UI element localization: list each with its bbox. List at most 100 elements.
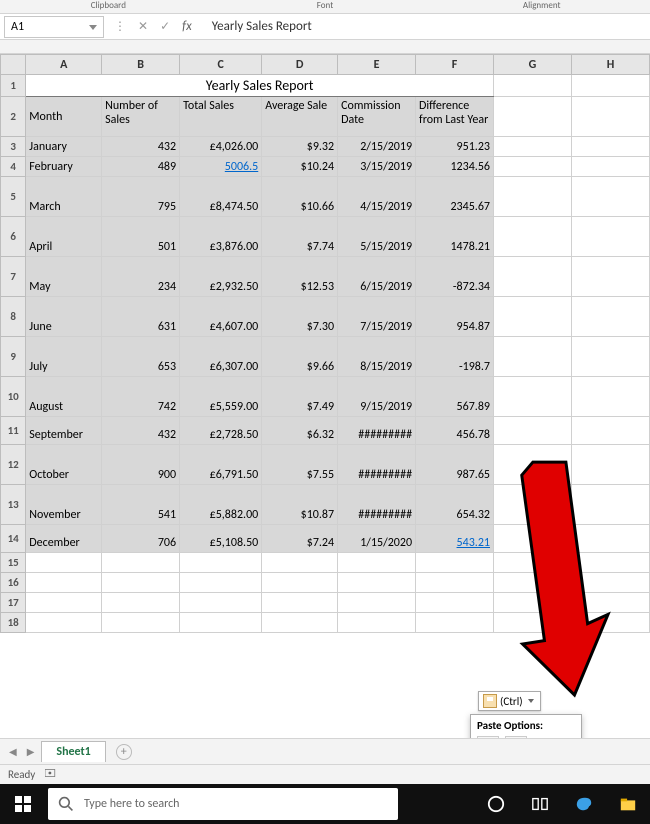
data-cell[interactable]: £6,791.50: [180, 445, 262, 485]
empty-cell[interactable]: [494, 525, 572, 553]
data-cell[interactable]: 6/15/2019: [338, 257, 416, 297]
data-cell[interactable]: September: [26, 417, 102, 445]
empty-cell[interactable]: [338, 593, 416, 613]
cancel-icon[interactable]: ✕: [138, 19, 148, 34]
empty-cell[interactable]: [26, 573, 102, 593]
empty-cell[interactable]: [571, 137, 649, 157]
options-icon[interactable]: ⋮: [114, 19, 126, 34]
empty-cell[interactable]: [571, 257, 649, 297]
col-header[interactable]: H: [571, 55, 649, 75]
data-cell[interactable]: 9/15/2019: [338, 377, 416, 417]
empty-cell[interactable]: [416, 613, 494, 633]
data-cell[interactable]: $10.66: [262, 177, 338, 217]
row-header[interactable]: 10: [1, 377, 26, 417]
data-cell[interactable]: $10.24: [262, 157, 338, 177]
empty-cell[interactable]: [494, 593, 572, 613]
empty-cell[interactable]: [571, 177, 649, 217]
empty-cell[interactable]: [494, 485, 572, 525]
empty-cell[interactable]: [180, 553, 262, 573]
cortana-icon[interactable]: [474, 784, 518, 824]
empty-cell[interactable]: [494, 553, 572, 573]
data-cell[interactable]: £4,026.00: [180, 137, 262, 157]
title-cell[interactable]: Yearly Sales Report: [26, 75, 494, 97]
formula-input[interactable]: Yearly Sales Report: [202, 19, 650, 34]
data-cell[interactable]: £6,307.00: [180, 337, 262, 377]
data-cell[interactable]: 706: [102, 525, 180, 553]
row-header[interactable]: 6: [1, 217, 26, 257]
empty-cell[interactable]: [494, 177, 572, 217]
empty-cell[interactable]: [26, 553, 102, 573]
data-cell[interactable]: $9.66: [262, 337, 338, 377]
header-cell[interactable]: Number of Sales: [102, 97, 180, 137]
header-cell[interactable]: Total Sales: [180, 97, 262, 137]
empty-cell[interactable]: [494, 573, 572, 593]
data-cell[interactable]: #########: [338, 417, 416, 445]
file-explorer-icon[interactable]: [606, 784, 650, 824]
data-cell[interactable]: July: [26, 337, 102, 377]
header-cell[interactable]: Average Sale: [262, 97, 338, 137]
data-cell[interactable]: 742: [102, 377, 180, 417]
data-cell[interactable]: £5,108.50: [180, 525, 262, 553]
empty-cell[interactable]: [571, 525, 649, 553]
data-cell[interactable]: 954.87: [416, 297, 494, 337]
data-cell[interactable]: 4/15/2019: [338, 177, 416, 217]
data-cell[interactable]: June: [26, 297, 102, 337]
empty-cell[interactable]: [494, 377, 572, 417]
empty-cell[interactable]: [571, 217, 649, 257]
empty-cell[interactable]: [494, 257, 572, 297]
data-cell[interactable]: 432: [102, 417, 180, 445]
empty-cell[interactable]: [571, 613, 649, 633]
row-header[interactable]: 15: [1, 553, 26, 573]
row-header[interactable]: 8: [1, 297, 26, 337]
row-header[interactable]: 2: [1, 97, 26, 137]
empty-cell[interactable]: [102, 613, 180, 633]
empty-cell[interactable]: [180, 573, 262, 593]
data-cell[interactable]: £2,728.50: [180, 417, 262, 445]
paste-option-keep-source[interactable]: [477, 736, 499, 738]
data-cell[interactable]: $9.32: [262, 137, 338, 157]
data-cell[interactable]: October: [26, 445, 102, 485]
data-cell[interactable]: £2,932.50: [180, 257, 262, 297]
empty-cell[interactable]: [494, 157, 572, 177]
worksheet-grid[interactable]: A B C D E F G H 1 Yearly Sales Report 2 …: [0, 54, 650, 738]
empty-cell[interactable]: [102, 553, 180, 573]
data-cell[interactable]: $6.32: [262, 417, 338, 445]
tab-nav-next[interactable]: ▶: [24, 745, 38, 758]
empty-cell[interactable]: [571, 417, 649, 445]
data-cell[interactable]: $12.53: [262, 257, 338, 297]
empty-cell[interactable]: [262, 553, 338, 573]
data-cell[interactable]: November: [26, 485, 102, 525]
row-header[interactable]: 3: [1, 137, 26, 157]
data-cell[interactable]: 987.65: [416, 445, 494, 485]
data-cell[interactable]: December: [26, 525, 102, 553]
data-cell[interactable]: $7.24: [262, 525, 338, 553]
header-cell[interactable]: Commission Date: [338, 97, 416, 137]
start-button[interactable]: [0, 784, 46, 824]
paste-smart-tag[interactable]: (Ctrl): [478, 691, 541, 711]
data-cell[interactable]: -198.7: [416, 337, 494, 377]
empty-cell[interactable]: [494, 297, 572, 337]
data-cell[interactable]: £4,607.00: [180, 297, 262, 337]
row-header[interactable]: 11: [1, 417, 26, 445]
enter-icon[interactable]: ✓: [160, 19, 170, 34]
col-header[interactable]: B: [102, 55, 180, 75]
data-cell[interactable]: 653: [102, 337, 180, 377]
data-cell[interactable]: 1478.21: [416, 217, 494, 257]
col-header[interactable]: E: [338, 55, 416, 75]
header-cell[interactable]: Month: [26, 97, 102, 137]
row-header[interactable]: 1: [1, 75, 26, 97]
row-header[interactable]: 16: [1, 573, 26, 593]
data-cell[interactable]: 489: [102, 157, 180, 177]
data-cell[interactable]: 501: [102, 217, 180, 257]
paste-option-plain[interactable]: [505, 736, 527, 738]
data-cell[interactable]: 631: [102, 297, 180, 337]
data-cell[interactable]: 234: [102, 257, 180, 297]
col-header[interactable]: D: [262, 55, 338, 75]
empty-cell[interactable]: [416, 553, 494, 573]
empty-cell[interactable]: [494, 217, 572, 257]
data-cell[interactable]: 543.21: [416, 525, 494, 553]
empty-cell[interactable]: [571, 445, 649, 485]
empty-cell[interactable]: [180, 593, 262, 613]
empty-cell[interactable]: [416, 593, 494, 613]
data-cell[interactable]: 2345.67: [416, 177, 494, 217]
